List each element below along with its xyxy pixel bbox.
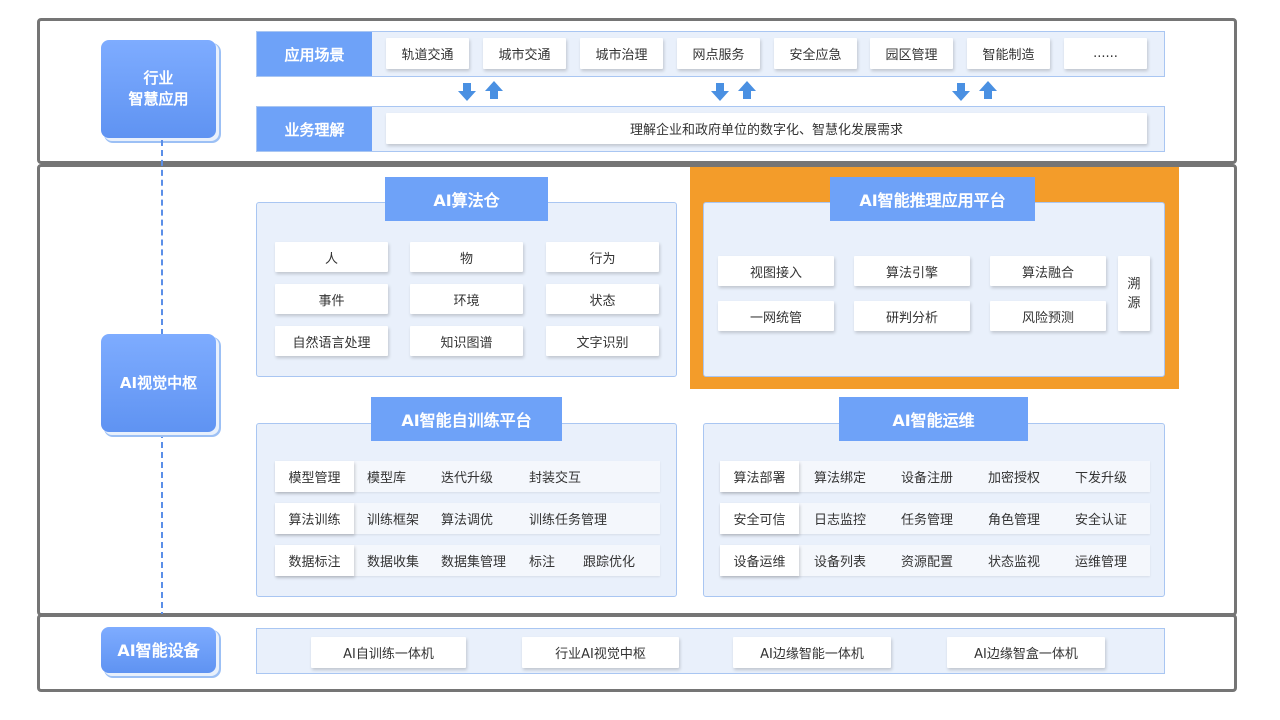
- arrow-down-icon: [711, 83, 729, 101]
- self-training-row-key: 数据标注: [275, 545, 354, 576]
- ops-item: 日志监控: [814, 513, 867, 528]
- algorithm-chip: 行为: [546, 242, 659, 272]
- ops-item: 状态监视: [988, 555, 1041, 570]
- connector-line: [161, 140, 163, 335]
- scenario-chip: 城市治理: [580, 38, 663, 69]
- ops-item: 设备列表: [814, 555, 867, 570]
- inference-chip: 算法融合: [990, 256, 1106, 286]
- self-training-row-key: 模型管理: [275, 461, 354, 492]
- self-training-item: 封装交互: [529, 471, 582, 486]
- trace-source-chip: 溯 源: [1118, 256, 1150, 331]
- device-chip: 行业AI视觉中枢: [522, 637, 679, 668]
- inference-chip: 研判分析: [854, 301, 970, 331]
- scenarios-title: 应用场景: [257, 32, 372, 76]
- scenario-chip: 网点服务: [677, 38, 760, 69]
- self-training-row-key: 算法训练: [275, 503, 354, 534]
- algorithm-chip: 状态: [546, 284, 659, 314]
- devices-side-label: AI智能设备: [101, 627, 216, 673]
- arrow-up-icon: [979, 81, 997, 99]
- algorithm-chip: 人: [275, 242, 388, 272]
- scenario-chip: 园区管理: [870, 38, 953, 69]
- scenario-chip: 智能制造: [967, 38, 1050, 69]
- connector-line: [161, 432, 163, 628]
- algorithm-chip: 文字识别: [546, 326, 659, 356]
- arrow-up-icon: [485, 81, 503, 99]
- ops-row-key: 算法部署: [720, 461, 799, 492]
- self-training-title: AI智能自训练平台: [371, 397, 562, 441]
- ops-item: 设备注册: [901, 471, 954, 486]
- self-training-item: 数据集管理: [441, 555, 507, 570]
- inference-platform-panel: [703, 202, 1165, 377]
- ops-item: 下发升级: [1075, 471, 1128, 486]
- self-training-item: 数据收集: [367, 555, 420, 570]
- vision-side-label-text: AI视觉中枢: [119, 373, 198, 392]
- self-training-item: 跟踪优化: [583, 555, 636, 570]
- business-title: 业务理解: [257, 107, 372, 151]
- inference-chip: 算法引擎: [854, 256, 970, 286]
- ops-item: 任务管理: [901, 513, 954, 528]
- scenario-chip: ......: [1064, 38, 1147, 69]
- algorithm-chip: 环境: [410, 284, 523, 314]
- algorithm-chip: 自然语言处理: [275, 326, 388, 356]
- industry-side-label-line1: 行业: [143, 69, 174, 87]
- ops-title: AI智能运维: [839, 397, 1028, 441]
- algorithm-warehouse-title: AI算法仓: [385, 177, 548, 221]
- trace-source-char: 源: [1127, 295, 1141, 311]
- ops-item: 角色管理: [988, 513, 1041, 528]
- ops-item: 算法绑定: [814, 471, 867, 486]
- self-training-item: 模型库: [367, 471, 407, 486]
- scenario-chip: 轨道交通: [386, 38, 469, 69]
- self-training-item: 训练框架: [367, 513, 420, 528]
- scenario-chip: 城市交通: [483, 38, 566, 69]
- device-chip: AI边缘智盒一体机: [947, 637, 1105, 668]
- industry-side-label-line2: 智慧应用: [128, 90, 189, 108]
- self-training-item: 训练任务管理: [529, 513, 608, 528]
- ops-item: 资源配置: [901, 555, 954, 570]
- arrow-up-icon: [738, 81, 756, 99]
- inference-chip: 风险预测: [990, 301, 1106, 331]
- inference-chip: 一网统管: [718, 301, 834, 331]
- self-training-item: 算法调优: [441, 513, 494, 528]
- ops-item: 加密授权: [988, 471, 1041, 486]
- inference-platform-title: AI智能推理应用平台: [830, 177, 1035, 221]
- vision-side-label: AI视觉中枢: [101, 334, 216, 432]
- ops-row-key: 安全可信: [720, 503, 799, 534]
- self-training-item: 标注: [529, 555, 556, 570]
- trace-source-char: 溯: [1127, 276, 1141, 292]
- device-chip: AI边缘智能一体机: [733, 637, 891, 668]
- device-chip: AI自训练一体机: [311, 637, 466, 668]
- industry-side-label: 行业 智慧应用: [101, 40, 216, 138]
- devices-side-label-text: AI智能设备: [117, 640, 200, 660]
- ops-item: 安全认证: [1075, 513, 1128, 528]
- algorithm-chip: 事件: [275, 284, 388, 314]
- inference-chip: 视图接入: [718, 256, 834, 286]
- ops-item: 运维管理: [1075, 555, 1128, 570]
- arrow-down-icon: [458, 83, 476, 101]
- arrow-down-icon: [952, 83, 970, 101]
- algorithm-chip: 知识图谱: [410, 326, 523, 356]
- ops-row-key: 设备运维: [720, 545, 799, 576]
- algorithm-chip: 物: [410, 242, 523, 272]
- self-training-item: 迭代升级: [441, 471, 494, 486]
- scenario-chip: 安全应急: [774, 38, 857, 69]
- business-description: 理解企业和政府单位的数字化、智慧化发展需求: [386, 113, 1147, 144]
